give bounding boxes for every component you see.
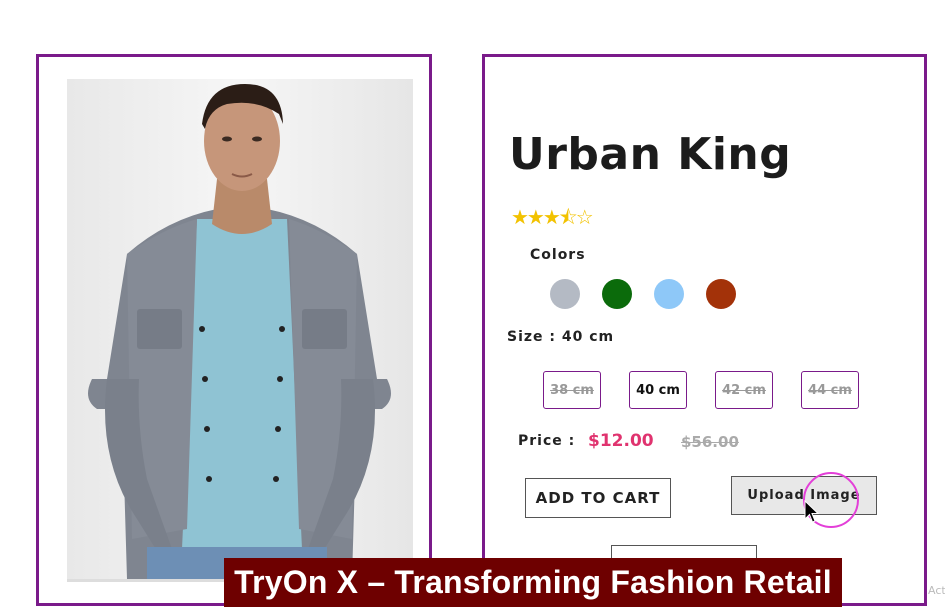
size-option[interactable]: 38 cm: [543, 371, 601, 409]
model-illustration: [88, 84, 391, 579]
size-option[interactable]: 40 cm: [629, 371, 687, 409]
size-label: Size : 40 cm: [507, 329, 615, 345]
product-photo: [67, 79, 413, 582]
watermark: Act: [928, 584, 945, 597]
size-option[interactable]: 42 cm: [715, 371, 773, 409]
cursor-icon: [804, 500, 820, 523]
product-details-panel: Urban King ★★★⯪☆ Colors Size : 40 cm 38 …: [482, 54, 927, 606]
price-label: Price :: [518, 433, 576, 449]
price-current: $12.00: [588, 431, 654, 451]
color-swatch[interactable]: [602, 279, 632, 309]
color-swatch[interactable]: [706, 279, 736, 309]
star-icon: ★★★⯪☆: [511, 205, 594, 229]
color-swatch[interactable]: [550, 279, 580, 309]
colors-label: Colors: [530, 247, 586, 263]
price-original: $56.00: [681, 433, 739, 451]
color-swatch[interactable]: [654, 279, 684, 309]
product-title: Urban King: [509, 129, 792, 180]
product-image-panel: [36, 54, 432, 606]
video-caption-banner: TryOn X – Transforming Fashion Retail: [224, 558, 842, 607]
star-rating: ★★★⯪☆: [511, 203, 594, 237]
add-to-cart-button[interactable]: ADD TO CART: [525, 478, 671, 518]
size-option[interactable]: 44 cm: [801, 371, 859, 409]
